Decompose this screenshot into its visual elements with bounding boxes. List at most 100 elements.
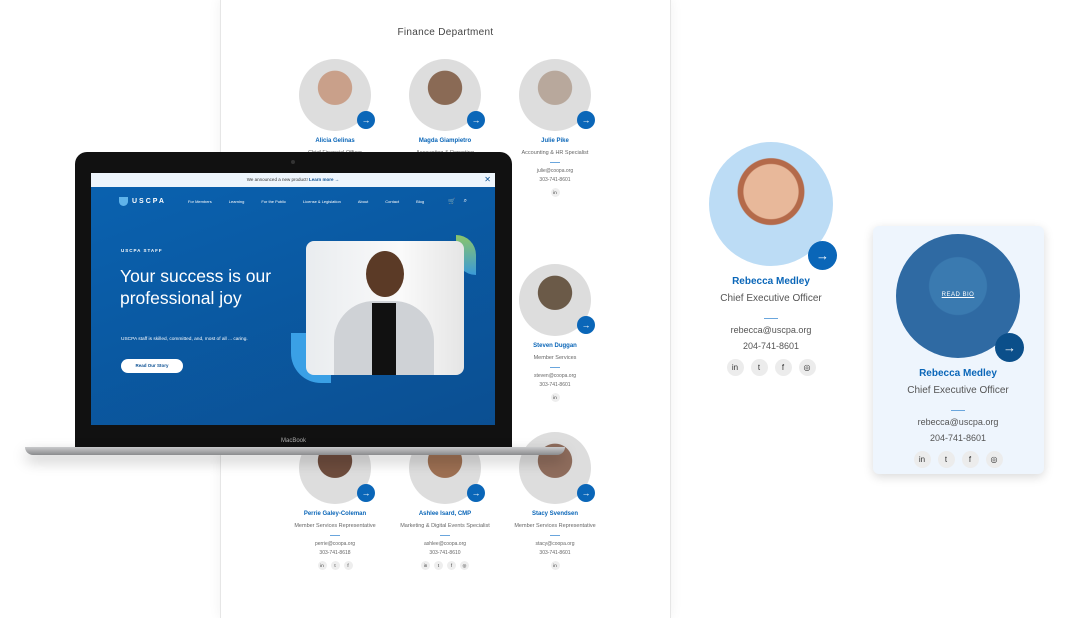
learn-more-link[interactable]: Learn more → — [309, 177, 339, 182]
main-nav: USCPA For Members Learning For the Publi… — [91, 187, 495, 215]
facebook-icon[interactable]: f — [774, 359, 792, 376]
staff-phone: 303-741-8610 — [429, 550, 461, 556]
laptop-brand: MacBook — [280, 438, 306, 444]
facebook-icon[interactable]: f — [447, 561, 456, 570]
facebook-icon[interactable]: f — [961, 451, 979, 468]
staff-member[interactable]: → Steven Duggan Member Services steven@c… — [500, 264, 610, 402]
divider — [330, 535, 340, 536]
staff-title: Chief Executive Officer — [720, 293, 822, 304]
staff-photo: → — [299, 59, 375, 131]
linkedin-icon[interactable]: in — [726, 359, 744, 376]
staff-email[interactable]: ashlee@coopa.org — [390, 541, 500, 547]
linkedin-icon[interactable]: in — [550, 393, 560, 402]
close-icon[interactable]: ✕ — [484, 173, 491, 187]
staff-title: Member Services Representative — [294, 523, 376, 529]
hero-headline: Your success is our professional joy — [120, 266, 272, 308]
linkedin-icon[interactable]: in — [913, 451, 931, 468]
staff-name[interactable]: Ashlee Isard, CMP — [390, 511, 500, 517]
staff-name[interactable]: Steven Duggan — [500, 343, 610, 349]
staff-phone: 204-741-8601 — [742, 341, 800, 351]
twitter-icon[interactable]: t — [330, 561, 340, 570]
linkedin-icon[interactable]: in — [317, 561, 327, 570]
nav-item[interactable]: For Members — [188, 199, 212, 204]
divider — [550, 535, 560, 536]
staff-email[interactable]: rebecca@uscpa.org — [873, 417, 1043, 427]
twitter-icon[interactable]: t — [750, 359, 768, 376]
staff-photo: → — [519, 264, 595, 336]
twitter-icon[interactable]: t — [434, 561, 443, 570]
instagram-icon[interactable]: ◎ — [798, 359, 816, 376]
read-our-story-button[interactable]: Read Our Story — [121, 359, 183, 373]
arrow-right-icon[interactable]: → — [577, 484, 595, 502]
staff-photo: → — [409, 59, 485, 131]
staff-name[interactable]: Rebecca Medley — [686, 276, 856, 287]
nav-item[interactable]: For the Public — [261, 199, 286, 204]
nav-item[interactable]: Blog — [416, 199, 424, 204]
staff-photo: → — [519, 59, 595, 131]
nav-item[interactable]: About — [358, 199, 368, 204]
arrow-right-icon[interactable]: → — [357, 484, 375, 502]
search-icon[interactable]: ⌕ — [464, 198, 467, 205]
cart-icon[interactable]: 🛒 — [448, 198, 455, 205]
divider — [550, 162, 560, 163]
instagram-icon[interactable]: ◎ — [985, 451, 1003, 468]
eyebrow: USCPA STAFF — [121, 248, 163, 253]
laptop-mockup: We announced a new product! Learn more →… — [75, 152, 512, 449]
arrow-right-icon[interactable]: → — [808, 241, 837, 270]
staff-phone: 204-741-8601 — [929, 433, 987, 443]
nav-item[interactable]: License & Legislation — [303, 199, 341, 204]
staff-email[interactable]: steven@coopa.org — [500, 373, 610, 379]
divider — [951, 410, 965, 411]
staff-title: Member Services — [533, 355, 577, 361]
arrow-right-icon[interactable]: → — [467, 484, 485, 502]
linkedin-icon[interactable]: in — [550, 188, 560, 197]
staff-email[interactable]: stacy@coopa.org — [500, 541, 610, 547]
arrow-right-icon[interactable]: → — [995, 333, 1024, 362]
divider — [550, 367, 560, 368]
twitter-icon[interactable]: t — [937, 451, 955, 468]
hero-photo — [306, 241, 464, 375]
arrow-right-icon[interactable]: → — [357, 111, 375, 129]
arrow-right-icon[interactable]: → — [577, 111, 595, 129]
staff-email[interactable]: julie@coopa.org — [500, 168, 610, 174]
nav-item[interactable]: Contact — [385, 199, 399, 204]
announcement-banner: We announced a new product! Learn more →… — [91, 173, 495, 187]
linkedin-icon[interactable]: in — [421, 561, 430, 570]
arrow-right-icon[interactable]: → — [577, 316, 595, 334]
arrow-right-icon[interactable]: → — [467, 111, 485, 129]
staff-title: Chief Executive Officer — [907, 385, 1009, 396]
staff-card-hover-content[interactable]: READ BIO → Rebecca Medley Chief Executiv… — [873, 234, 1043, 468]
read-bio-link[interactable]: READ BIO — [896, 292, 1020, 298]
divider — [764, 318, 778, 319]
instagram-icon[interactable]: ◎ — [460, 561, 469, 570]
linkedin-icon[interactable]: in — [550, 561, 560, 570]
website-screen: We announced a new product! Learn more →… — [91, 173, 495, 425]
staff-phone: 303-741-8601 — [539, 177, 571, 183]
shield-icon — [119, 196, 128, 206]
staff-name[interactable]: Perrie Galey-Coleman — [280, 511, 390, 517]
staff-name[interactable]: Rebecca Medley — [873, 368, 1043, 379]
staff-title: Accounting & HR Specialist — [521, 150, 589, 156]
staff-email[interactable]: rebecca@uscpa.org — [686, 325, 856, 335]
staff-card[interactable]: → Rebecca Medley Chief Executive Officer… — [686, 142, 856, 376]
staff-phone: 303-741-8601 — [539, 550, 571, 556]
logo[interactable]: USCPA — [119, 196, 166, 206]
staff-photo: → — [519, 432, 595, 504]
staff-title: Member Services Representative — [514, 523, 596, 529]
staff-photo-overlay[interactable]: READ BIO → — [896, 234, 1024, 362]
staff-name[interactable]: Stacy Svendsen — [500, 511, 610, 517]
staff-photo: → — [709, 142, 837, 270]
facebook-icon[interactable]: f — [343, 561, 353, 570]
staff-member[interactable]: → Julie Pike Accounting & HR Specialist … — [500, 59, 610, 197]
hero-subtext: USCPA staff is skilled, committed, and, … — [121, 337, 248, 342]
staff-email[interactable]: perrie@coopa.org — [280, 541, 390, 547]
staff-name[interactable]: Julie Pike — [500, 138, 610, 144]
laptop-base — [25, 447, 565, 455]
staff-name[interactable]: Alicia Gelinas — [280, 138, 390, 144]
staff-phone: 303-741-8601 — [539, 382, 571, 388]
staff-phone: 303-741-8618 — [319, 550, 351, 556]
divider — [440, 535, 450, 536]
staff-name[interactable]: Magda Giampietro — [390, 138, 500, 144]
nav-item[interactable]: Learning — [229, 199, 245, 204]
department-title: Finance Department — [397, 27, 494, 38]
